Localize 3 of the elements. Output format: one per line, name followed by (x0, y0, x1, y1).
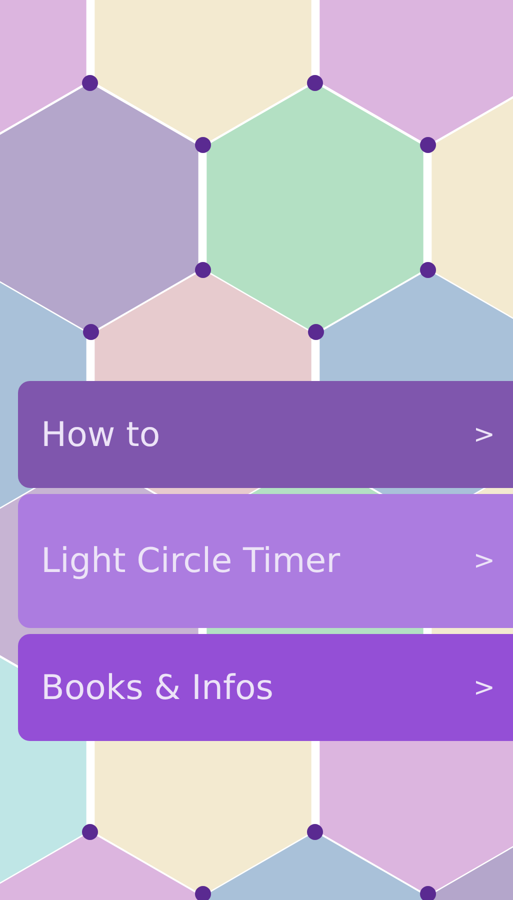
menu-button[interactable]: Light Circle Timer > (18, 494, 513, 628)
menu-button[interactable]: Books & Infos > (18, 634, 513, 741)
menu-button[interactable]: How to > (18, 381, 513, 488)
